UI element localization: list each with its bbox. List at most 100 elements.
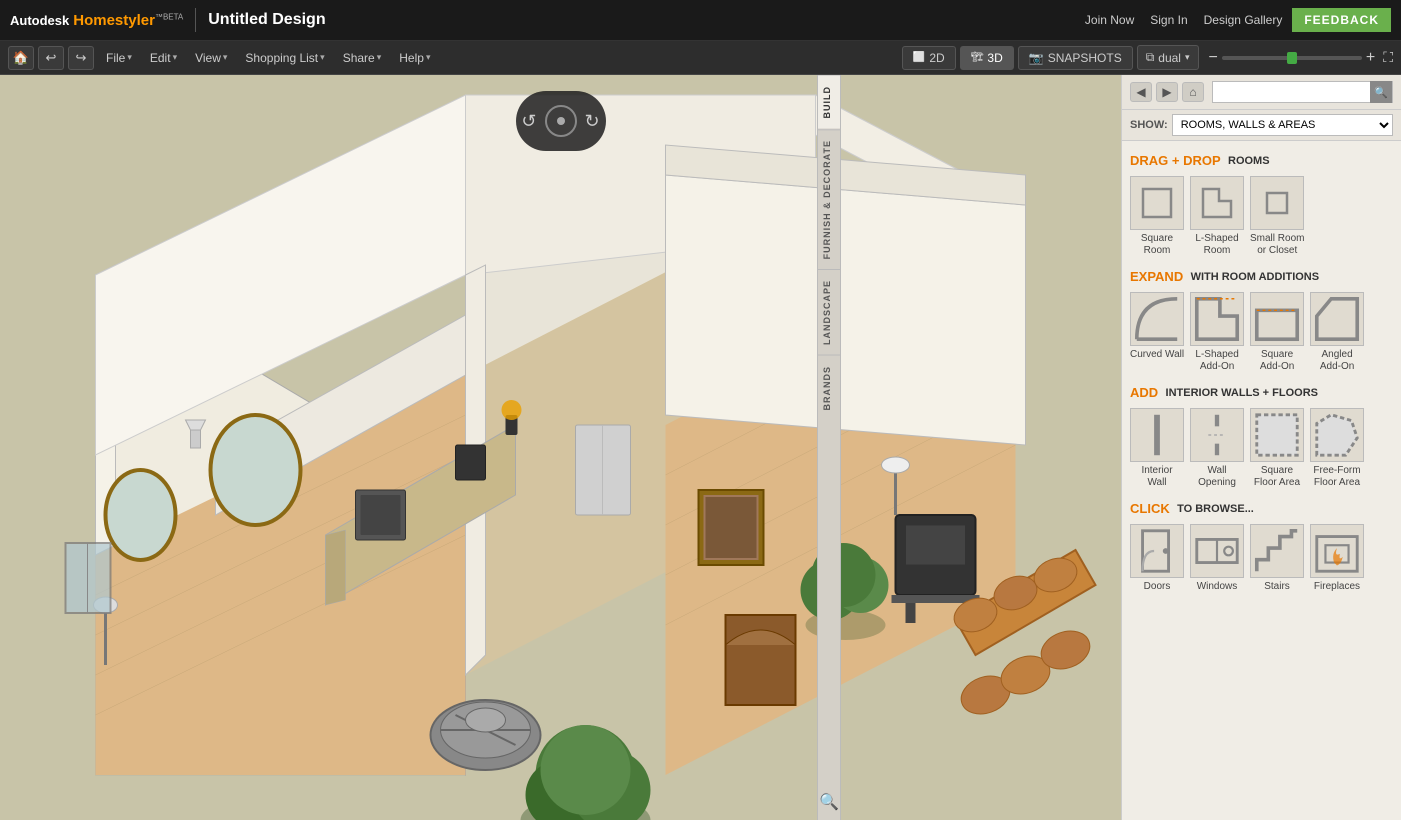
canvas-area[interactable]: ↺ ↻ <box>0 75 1121 820</box>
add-normal: INTERIOR WALLS + FLOORS <box>1166 387 1318 399</box>
dual-view-button[interactable]: ⧉ dual ▾ <box>1137 45 1199 70</box>
square-floor-area-item[interactable]: SquareFloor Area <box>1250 408 1304 489</box>
zoom-slider[interactable] <box>1222 56 1362 60</box>
additions-grid: Curved Wall L-ShapedAdd-On <box>1130 292 1393 373</box>
home-icon-button[interactable]: 🏠 <box>8 46 34 70</box>
panel-home-button[interactable]: ⌂ <box>1182 82 1204 102</box>
fireplaces-browse-item[interactable]: Fireplaces <box>1310 524 1364 592</box>
l-shaped-add-on-label: L-ShapedAdd-On <box>1195 349 1238 373</box>
curved-wall-item[interactable]: Curved Wall <box>1130 292 1184 373</box>
small-room-item[interactable]: Small Roomor Closet <box>1250 176 1304 257</box>
square-add-on-label: SquareAdd-On <box>1260 349 1294 373</box>
panel-search-button[interactable]: 🔍 <box>1370 81 1392 103</box>
magnify-icon[interactable]: 🔍 <box>811 784 847 820</box>
undo-button[interactable]: ↩ <box>38 46 64 70</box>
snapshots-label: SNAPSHOTS <box>1048 51 1122 65</box>
curved-wall-icon <box>1130 292 1184 346</box>
view-menu[interactable]: View ▾ <box>187 47 235 69</box>
view-toggle-group: ⬜ 2D 🏗 3D 📷 SNAPSHOTS ⧉ dual ▾ <box>902 45 1199 70</box>
file-menu[interactable]: File ▾ <box>98 47 140 69</box>
small-room-icon <box>1250 176 1304 230</box>
interior-wall-icon <box>1130 408 1184 462</box>
panel-search-input[interactable] <box>1213 84 1370 100</box>
shopping-list-menu[interactable]: Shopping List ▾ <box>237 47 332 69</box>
logo: Autodesk Homestyler™BETA <box>10 12 183 29</box>
design-gallery-link[interactable]: Design Gallery <box>1204 13 1283 27</box>
feedback-button[interactable]: FEEDBACK <box>1292 8 1391 32</box>
wall-opening-item[interactable]: WallOpening <box>1190 408 1244 489</box>
nav-center-dot <box>557 117 565 125</box>
free-form-floor-area-item[interactable]: Free-FormFloor Area <box>1310 408 1364 489</box>
landscape-tab[interactable]: LANDSCAPE <box>818 269 840 355</box>
interior-wall-item[interactable]: InteriorWall <box>1130 408 1184 489</box>
l-shaped-room-label: L-ShapedRoom <box>1195 233 1238 257</box>
fireplaces-icon <box>1310 524 1364 578</box>
share-menu[interactable]: Share ▾ <box>335 47 390 69</box>
doors-label: Doors <box>1144 581 1171 592</box>
square-room-item[interactable]: SquareRoom <box>1130 176 1184 257</box>
panel-forward-button[interactable]: ▶ <box>1156 82 1178 102</box>
rotate-left-button[interactable]: ↺ <box>521 111 536 132</box>
wall-opening-icon <box>1190 408 1244 462</box>
l-shaped-room-item[interactable]: L-ShapedRoom <box>1190 176 1244 257</box>
square-floor-area-label: SquareFloor Area <box>1254 465 1300 489</box>
3d-icon: 🏗 <box>971 52 984 63</box>
nav-center-button[interactable] <box>545 105 577 137</box>
snapshots-button[interactable]: 📷 SNAPSHOTS <box>1018 46 1133 70</box>
zoom-out-button[interactable]: − <box>1209 50 1218 66</box>
panel-back-button[interactable]: ◀ <box>1130 82 1152 102</box>
build-tab[interactable]: BUILD <box>818 75 840 129</box>
camera-icon: 📷 <box>1029 51 1044 65</box>
file-menu-arrow: ▾ <box>127 52 132 63</box>
rotate-right-button[interactable]: ↻ <box>585 111 600 132</box>
brands-tab[interactable]: BRANDS <box>818 355 840 421</box>
browse-grid: Doors Windows <box>1130 524 1393 592</box>
fullscreen-button[interactable]: ⛶ <box>1383 49 1393 66</box>
top-nav-links: Join Now Sign In Design Gallery <box>1085 13 1282 27</box>
dual-label: dual <box>1158 51 1181 65</box>
square-add-on-item[interactable]: SquareAdd-On <box>1250 292 1304 373</box>
join-now-link[interactable]: Join Now <box>1085 13 1134 27</box>
3d-label: 3D <box>987 51 1002 65</box>
floorplan-svg <box>0 75 1121 820</box>
sign-in-link[interactable]: Sign In <box>1150 13 1187 27</box>
windows-label: Windows <box>1197 581 1238 592</box>
show-select[interactable]: ROOMS, WALLS & AREAS EVERYTHING CUSTOM <box>1172 114 1393 136</box>
square-room-icon <box>1130 176 1184 230</box>
free-form-floor-area-icon <box>1310 408 1364 462</box>
expand-normal: WITH ROOM ADDITIONS <box>1191 271 1320 283</box>
windows-browse-item[interactable]: Windows <box>1190 524 1244 592</box>
square-add-on-icon <box>1250 292 1304 346</box>
zoom-in-button[interactable]: + <box>1366 50 1375 66</box>
panel-content: DRAG + DROP ROOMS SquareRoom <box>1122 141 1401 820</box>
free-form-floor-area-label: Free-FormFloor Area <box>1313 465 1360 489</box>
browse-normal: TO BROWSE... <box>1177 503 1254 515</box>
angled-add-on-icon <box>1310 292 1364 346</box>
panel-show-row: SHOW: ROOMS, WALLS & AREAS EVERYTHING CU… <box>1122 110 1401 141</box>
furnish-tab[interactable]: FURNISH & DECORATE <box>818 129 840 269</box>
interior-wall-label: InteriorWall <box>1141 465 1172 489</box>
curved-wall-label: Curved Wall <box>1130 349 1184 361</box>
doors-browse-item[interactable]: Doors <box>1130 524 1184 592</box>
stairs-browse-item[interactable]: Stairs <box>1250 524 1304 592</box>
l-shaped-add-on-item[interactable]: L-ShapedAdd-On <box>1190 292 1244 373</box>
redo-button[interactable]: ↪ <box>68 46 94 70</box>
l-shaped-room-icon <box>1190 176 1244 230</box>
angled-add-on-item[interactable]: AngledAdd-On <box>1310 292 1364 373</box>
walls-grid: InteriorWall WallOpening <box>1130 408 1393 489</box>
fireplaces-label: Fireplaces <box>1314 581 1360 592</box>
main-area: ↺ ↻ <box>0 75 1401 820</box>
2d-view-button[interactable]: ⬜ 2D <box>902 46 956 70</box>
stairs-label: Stairs <box>1264 581 1290 592</box>
nav-compass: ↺ ↻ <box>516 91 606 151</box>
zoom-slider-thumb[interactable] <box>1287 52 1297 64</box>
view-menu-arrow: ▾ <box>223 52 228 63</box>
share-menu-arrow: ▾ <box>377 52 382 63</box>
l-shaped-add-on-icon <box>1190 292 1244 346</box>
help-menu[interactable]: Help ▾ <box>391 47 438 69</box>
3d-view-button[interactable]: 🏗 3D <box>960 46 1014 70</box>
small-room-label: Small Roomor Closet <box>1250 233 1304 257</box>
windows-icon <box>1190 524 1244 578</box>
edit-menu[interactable]: Edit ▾ <box>142 47 185 69</box>
right-panel: ◀ ▶ ⌂ 🔍 SHOW: ROOMS, WALLS & AREAS EVERY… <box>1121 75 1401 820</box>
